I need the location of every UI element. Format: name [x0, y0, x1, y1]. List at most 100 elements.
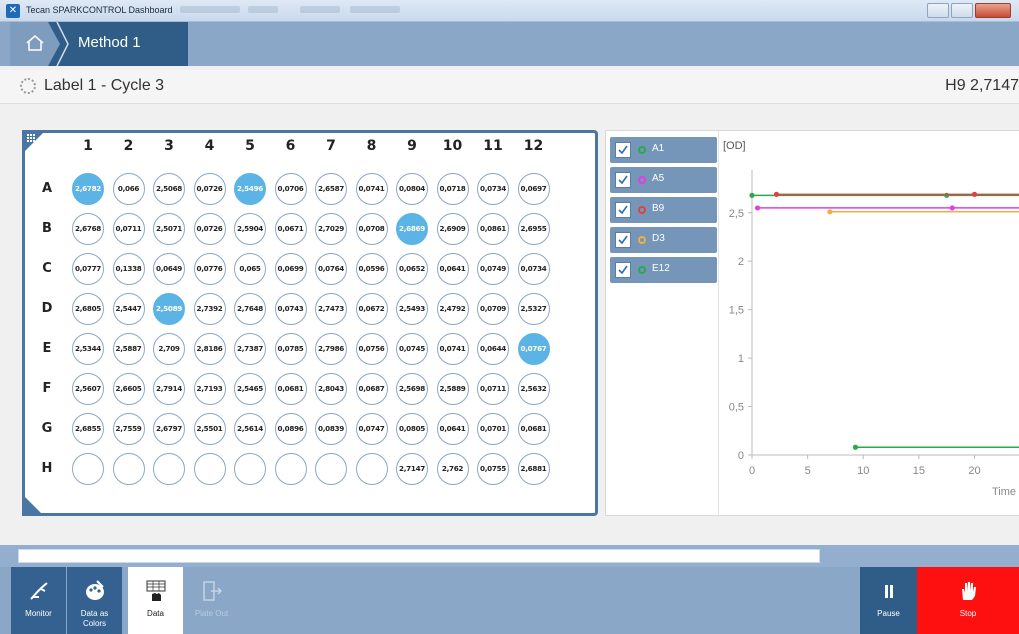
column-header[interactable]: 9	[392, 138, 432, 154]
plate-well[interactable]: 0,0596	[355, 253, 388, 285]
plate-well[interactable]: 2,7193	[193, 373, 226, 405]
plate-grid-icon[interactable]	[27, 134, 37, 144]
maximize-button[interactable]	[951, 3, 973, 18]
plate-well[interactable]	[72, 453, 104, 485]
plate-well[interactable]: 0,0785	[274, 333, 307, 365]
minimize-button[interactable]	[927, 3, 949, 18]
row-header[interactable]: D	[37, 301, 57, 316]
plate-well[interactable]: 2,7914	[153, 373, 185, 405]
row-header[interactable]: A	[37, 181, 57, 196]
plate-well[interactable]: 0,0743	[274, 293, 307, 325]
column-header[interactable]: 12	[514, 138, 554, 154]
plate-well[interactable]: 2,5614	[234, 413, 266, 445]
checkbox[interactable]	[615, 142, 631, 158]
column-header[interactable]: 4	[190, 138, 230, 154]
plate-well[interactable]: 0,066	[112, 173, 145, 205]
checkbox[interactable]	[615, 172, 631, 188]
column-header[interactable]: 7	[311, 138, 351, 154]
column-header[interactable]: 3	[149, 138, 189, 154]
plate-well[interactable]: 2,6797	[153, 413, 185, 445]
column-header[interactable]: 11	[473, 138, 513, 154]
plate-well[interactable]: 2,7559	[112, 413, 145, 445]
column-header[interactable]: 5	[230, 138, 270, 154]
column-header[interactable]: 10	[433, 138, 473, 154]
plate-well[interactable]: 0,1338	[112, 253, 145, 285]
plate-well[interactable]: 2,6768	[72, 213, 104, 245]
plate-well[interactable]: 2,7387	[234, 333, 266, 365]
plate-well[interactable]: 0,0681	[517, 413, 550, 445]
plate-well[interactable]: 0,0767	[517, 333, 550, 365]
plate-well[interactable]: 2,8186	[193, 333, 226, 365]
plate-well[interactable]: 2,8043	[315, 373, 347, 405]
plate-well[interactable]: 0,0652	[396, 253, 428, 285]
row-header[interactable]: G	[37, 421, 57, 436]
plate-well[interactable]: 0,0745	[396, 333, 428, 365]
plate-well[interactable]: 0,0644	[477, 333, 509, 365]
plate-well[interactable]: 2,6881	[517, 453, 550, 485]
plate-well[interactable]: 0,0641	[436, 253, 469, 285]
plate-well[interactable]: 0,0776	[193, 253, 226, 285]
plate-well[interactable]: 0,0699	[274, 253, 307, 285]
plate-well[interactable]: 2,5068	[153, 173, 185, 205]
checkbox[interactable]	[615, 232, 631, 248]
plate-well[interactable]	[355, 453, 388, 485]
column-header[interactable]: 6	[271, 138, 311, 154]
plate-well[interactable]: 0,0718	[436, 173, 469, 205]
plate-well[interactable]: 2,5501	[193, 413, 226, 445]
plate-well[interactable]: 2,7648	[234, 293, 266, 325]
plate-well[interactable]: 0,0687	[355, 373, 388, 405]
plate-well[interactable]: 2,7029	[315, 213, 347, 245]
plate-well[interactable]: 2,5447	[112, 293, 145, 325]
row-header[interactable]: C	[37, 261, 57, 276]
plate-well[interactable]: 2,5904	[234, 213, 266, 245]
plate-well[interactable]: 2,7392	[193, 293, 226, 325]
row-header[interactable]: F	[37, 381, 57, 396]
plate-well[interactable]	[274, 453, 307, 485]
data-as-colors-button[interactable]: Data as Colors	[67, 567, 122, 634]
plate-well[interactable]: 0,0706	[274, 173, 307, 205]
checkbox[interactable]	[615, 202, 631, 218]
plate-well[interactable]: 0,0671	[274, 213, 307, 245]
plate-well[interactable]: 0,0711	[112, 213, 145, 245]
plate-well[interactable]: 0,0747	[355, 413, 388, 445]
monitor-button[interactable]: Monitor	[11, 567, 66, 634]
plate-well[interactable]: 0,0711	[477, 373, 509, 405]
plate-well[interactable]	[112, 453, 145, 485]
plate-well[interactable]: 2,6805	[72, 293, 104, 325]
plate-well[interactable]	[153, 453, 185, 485]
plate-well[interactable]: 2,6782	[72, 173, 104, 205]
plate-well[interactable]: 0,0697	[517, 173, 550, 205]
row-header[interactable]: E	[37, 341, 57, 356]
row-header[interactable]: B	[37, 221, 57, 236]
plate-well[interactable]: 0,0805	[396, 413, 428, 445]
plate-well[interactable]: 0,0734	[517, 253, 550, 285]
plate-well[interactable]: 0,0755	[477, 453, 509, 485]
plate-well[interactable]: 0,0764	[315, 253, 347, 285]
plate-well[interactable]	[234, 453, 266, 485]
stop-button[interactable]: Stop	[917, 567, 1019, 634]
pause-button[interactable]: Pause	[860, 567, 917, 634]
plate-well[interactable]: 0,0741	[436, 333, 469, 365]
plate-well[interactable]: 0,0641	[436, 413, 469, 445]
plate-well[interactable]: 0,0726	[193, 213, 226, 245]
plate-well[interactable]: 0,0734	[477, 173, 509, 205]
plate-well[interactable]: 2,6955	[517, 213, 550, 245]
plate-well[interactable]: 2,5071	[153, 213, 185, 245]
plate-well[interactable]: 2,6869	[396, 213, 428, 245]
plate-well[interactable]: 2,6909	[436, 213, 469, 245]
plate-well[interactable]: 2,7147	[396, 453, 428, 485]
plate-well[interactable]: 2,4792	[436, 293, 469, 325]
plate-well[interactable]: 2,5493	[396, 293, 428, 325]
checkbox[interactable]	[615, 262, 631, 278]
plate-well[interactable]: 0,0709	[477, 293, 509, 325]
plate-well[interactable]: 0,065	[234, 253, 266, 285]
plate-well[interactable]: 2,7986	[315, 333, 347, 365]
plate-well[interactable]: 0,0896	[274, 413, 307, 445]
column-header[interactable]: 2	[109, 138, 149, 154]
plate-well[interactable]: 2,762	[436, 453, 469, 485]
column-header[interactable]: 1	[68, 138, 108, 154]
plate-well[interactable]: 0,0672	[355, 293, 388, 325]
plate-well[interactable]: 2,7473	[315, 293, 347, 325]
plate-well[interactable]: 0,0777	[72, 253, 104, 285]
plate-well[interactable]: 0,0726	[193, 173, 226, 205]
